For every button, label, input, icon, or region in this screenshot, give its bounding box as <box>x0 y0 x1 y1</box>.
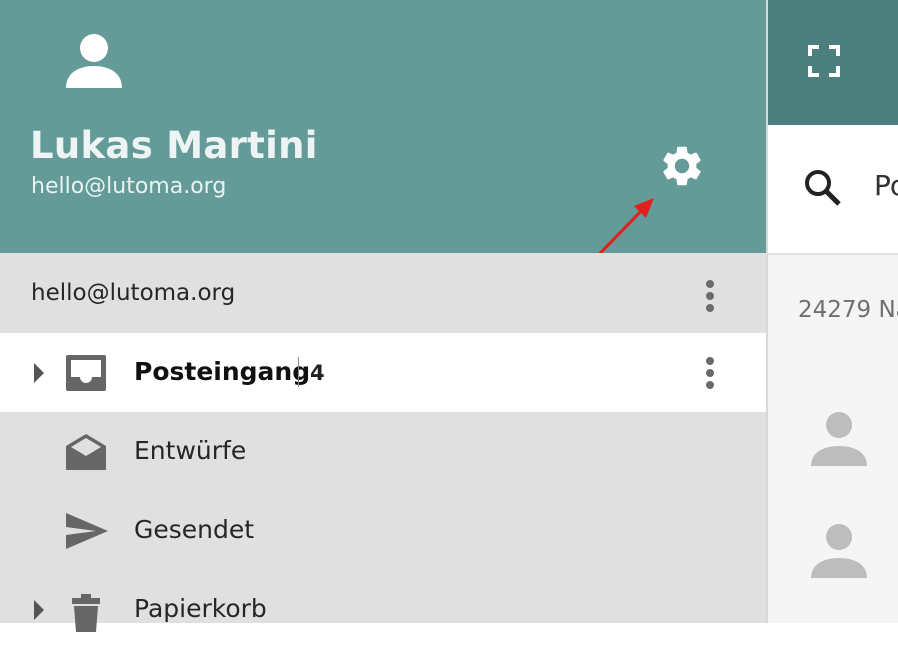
message-count: 24279 Na <box>798 297 898 323</box>
expand-arrow-icon[interactable] <box>30 361 48 385</box>
expand-arrow-icon[interactable] <box>30 598 48 622</box>
folder-label: Papierkorb <box>134 594 267 623</box>
count-divider <box>298 357 299 387</box>
app-toolbar <box>768 0 898 125</box>
send-icon <box>66 513 108 549</box>
user-email: hello@lutoma.org <box>31 174 227 199</box>
user-avatar-icon <box>66 34 122 88</box>
search-icon[interactable] <box>802 167 842 207</box>
inbox-icon <box>66 355 106 391</box>
message-list-pane: 24279 Na <box>766 0 898 623</box>
search-bar <box>768 125 898 255</box>
folder-trash[interactable]: Papierkorb <box>0 570 766 649</box>
navigation-drawer: Lukas Martini hello@lutoma.org hello@lut… <box>0 0 766 632</box>
unread-count-badge: 4 <box>310 361 325 385</box>
contact-avatar-icon <box>811 412 867 466</box>
drafts-icon <box>66 434 106 470</box>
folder-sent[interactable]: Gesendet <box>0 491 766 570</box>
account-more-icon[interactable] <box>700 277 720 317</box>
account-row[interactable]: hello@lutoma.org <box>0 253 766 333</box>
folder-more-icon[interactable] <box>700 354 720 394</box>
search-input[interactable] <box>874 169 898 202</box>
fullscreen-icon[interactable] <box>808 45 840 77</box>
folder-inbox[interactable]: Posteingang 4 <box>0 333 766 412</box>
account-email: hello@lutoma.org <box>31 280 236 306</box>
user-name: Lukas Martini <box>30 124 318 167</box>
contact-avatar-icon <box>811 524 867 578</box>
folder-label: Entwürfe <box>134 436 247 465</box>
folder-label: Posteingang <box>134 357 311 386</box>
trash-icon <box>72 594 100 632</box>
folder-drafts[interactable]: Entwürfe <box>0 412 766 491</box>
folder-label: Gesendet <box>134 515 255 544</box>
settings-gear-icon[interactable] <box>658 142 706 190</box>
profile-header: Lukas Martini hello@lutoma.org <box>0 0 766 253</box>
